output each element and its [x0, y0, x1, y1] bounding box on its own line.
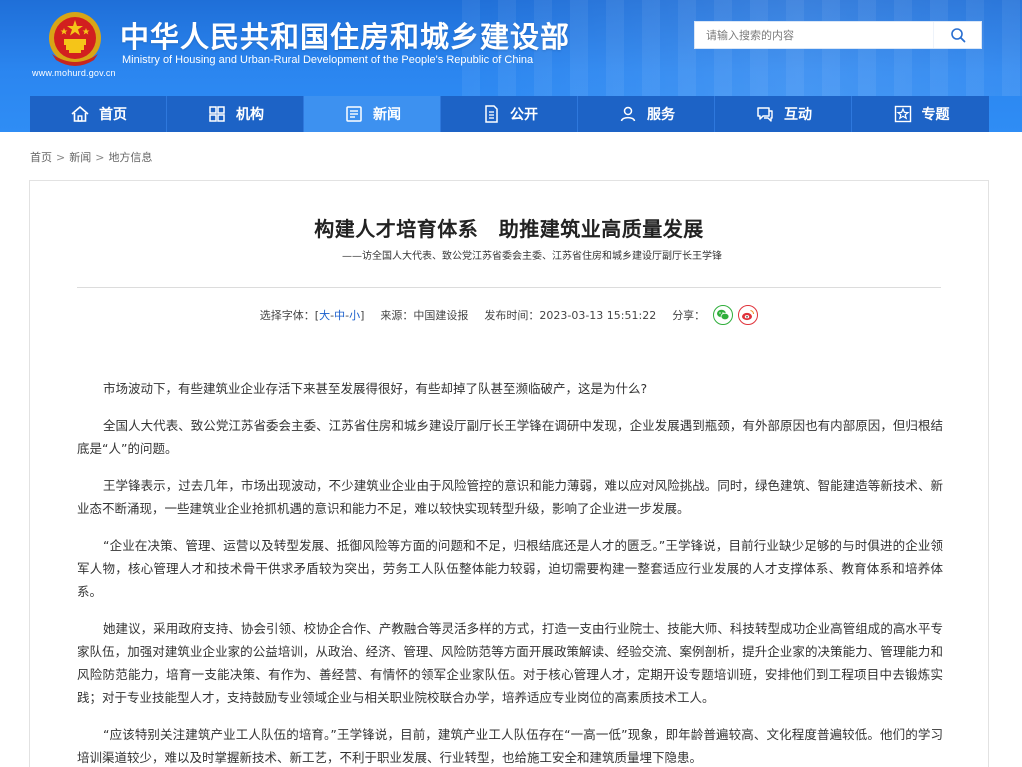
site-header: www.mohurd.gov.cn 中华人民共和国住房和城乡建设部 Minist…: [0, 0, 1022, 132]
breadcrumb-news-link[interactable]: 新闻: [69, 149, 91, 165]
site-title[interactable]: 中华人民共和国住房和城乡建设部: [120, 14, 570, 56]
nav-item-service[interactable]: 服务: [578, 96, 715, 132]
article-container: 构建人才培育体系 助推建筑业高质量发展 ——访全国人大代表、致公党江苏省委会主委…: [29, 180, 989, 767]
star-icon: [894, 105, 911, 123]
search-box: [694, 21, 982, 49]
wechat-icon: [717, 309, 730, 321]
service-icon: [620, 106, 636, 122]
main-nav: 首页 机构 新闻 公开 服务 互动 专题: [30, 96, 990, 132]
search-input[interactable]: [695, 22, 933, 48]
national-emblem-icon: [49, 12, 101, 66]
article-meta: 选择字体： [ 大 - 中 - 小 ] 来源： 中国建设报 发布时间： 2023…: [30, 305, 988, 325]
news-icon: [346, 106, 362, 122]
breadcrumb-home-link[interactable]: 首页: [30, 149, 52, 165]
search-icon: [950, 28, 965, 43]
article-paragraph: 她建议，采用政府支持、协会引领、校协企合作、产教融合等灵活多样的方式，打造一支由…: [77, 621, 943, 705]
breadcrumb-current-link[interactable]: 地方信息: [108, 149, 152, 165]
article-paragraph: “应该特别关注建筑产业工人队伍的培育。”王学锋说，目前，建筑产业工人队伍存在“一…: [77, 727, 943, 765]
search-button[interactable]: [933, 22, 981, 48]
article-title: 构建人才培育体系 助推建筑业高质量发展: [314, 217, 704, 241]
article-paragraph: 王学锋表示，过去几年，市场出现波动，不少建筑业企业由于风险管控的意识和能力薄弱，…: [77, 478, 943, 516]
article-body: 市场波动下，有些建筑业企业存活下来甚至发展得很好，有些却掉了队甚至濒临破产，这是…: [77, 377, 943, 767]
nav-item-label: 公开: [510, 107, 538, 123]
nav-item-label: 专题: [921, 107, 950, 123]
font-medium-button[interactable]: 中: [334, 307, 345, 323]
breadcrumb-separator: >: [95, 150, 105, 164]
article-paragraph: “企业在决策、管理、运营以及转型发展、抵御风险等方面的问题和不足，归根结底还是人…: [77, 538, 943, 599]
nav-item-topics[interactable]: 专题: [852, 96, 989, 132]
nav-item-home[interactable]: 首页: [30, 96, 167, 132]
home-icon: [71, 106, 89, 122]
share-label: 分享：: [672, 309, 706, 322]
breadcrumb-separator: >: [56, 150, 66, 164]
nav-item-organization[interactable]: 机构: [167, 96, 304, 132]
font-small-button[interactable]: 小: [349, 307, 360, 323]
nav-item-label: 服务: [647, 107, 675, 123]
site-subtitle: Ministry of Housing and Urban-Rural Deve…: [122, 54, 534, 66]
breadcrumb: 首页 > 新闻 > 地方信息: [30, 149, 152, 165]
share-wechat-button[interactable]: [713, 305, 734, 325]
nav-item-label: 机构: [236, 107, 264, 123]
title-divider: [77, 287, 941, 288]
source-value: 中国建设报: [413, 309, 469, 322]
weibo-icon: [742, 309, 755, 321]
nav-item-label: 互动: [784, 107, 812, 123]
share-icons: [713, 305, 759, 325]
interaction-icon: [757, 107, 773, 122]
source-label: 来源：: [380, 309, 414, 322]
nav-item-news[interactable]: 新闻: [304, 96, 441, 132]
nav-item-label: 首页: [99, 107, 127, 123]
publish-time-value: 2023-03-13 15:51:22: [539, 308, 657, 322]
grid-icon: [209, 106, 225, 122]
article-subtitle: ——访全国人大代表、致公党江苏省委会主委、江苏省住房和城乡建设厅副厅长王学锋: [342, 251, 722, 262]
publish-time-label: 发布时间：: [484, 309, 540, 322]
article-paragraph: 全国人大代表、致公党江苏省委会主委、江苏省住房和城乡建设厅副厅长王学锋在调研中发…: [77, 418, 943, 456]
nav-item-disclosure[interactable]: 公开: [441, 96, 578, 132]
font-bracket-close: ]: [360, 308, 365, 322]
disclosure-icon: [485, 105, 498, 123]
site-url: www.mohurd.gov.cn: [32, 68, 116, 78]
font-large-button[interactable]: 大: [319, 307, 330, 323]
nav-item-interaction[interactable]: 互动: [715, 96, 852, 132]
nav-item-label: 新闻: [373, 107, 401, 123]
article-paragraph: 市场波动下，有些建筑业企业存活下来甚至发展得很好，有些却掉了队甚至濒临破产，这是…: [103, 381, 648, 396]
share-weibo-button[interactable]: [738, 305, 759, 325]
font-size-label: 选择字体：: [259, 309, 315, 322]
